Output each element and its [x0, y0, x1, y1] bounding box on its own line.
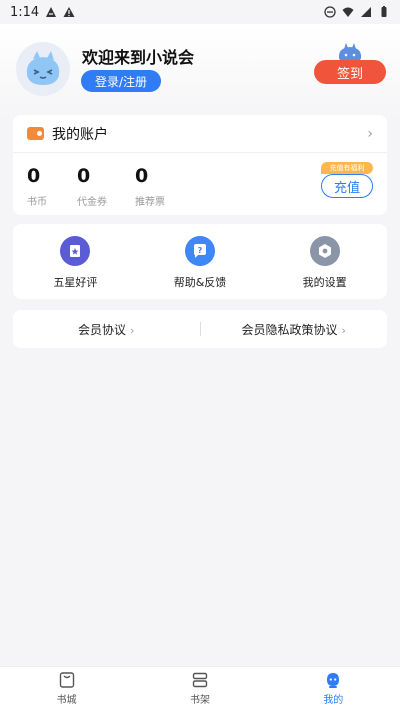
settings-icon [309, 236, 340, 266]
do-not-disturb-icon [324, 6, 336, 18]
stat-value: 0 [27, 165, 41, 187]
account-title: 我的账户 [52, 126, 108, 143]
signal-icon [361, 7, 371, 17]
tool-label: 我的设置 [302, 276, 347, 289]
recharge-promo-badge: 充值有福利 [321, 162, 373, 174]
stat-label: 推荐票 [135, 197, 165, 208]
status-time: 1:14 [10, 4, 40, 20]
login-register-button[interactable]: 登录/注册 [81, 70, 161, 92]
tab-profile[interactable]: 我的 [267, 667, 400, 710]
wallet-icon [27, 127, 44, 140]
battery-icon [381, 6, 387, 17]
tab-bookstore[interactable]: 书城 [0, 667, 133, 710]
checkin-area[interactable]: 签到 [314, 42, 386, 104]
mascot-icon [26, 51, 60, 85]
bookstore-icon [59, 672, 74, 688]
link-label: 会员协议 [78, 322, 127, 337]
chevron-right-icon: › [367, 125, 373, 142]
link-label: 会员隐私政策协议 [241, 322, 338, 337]
tab-label: 书城 [56, 695, 77, 706]
bookshelf-icon [192, 672, 208, 688]
status-bar: 1:14 [0, 0, 400, 24]
agreements-card: 会员协议 › 会员隐私政策协议 › [13, 310, 387, 348]
stat-label: 书币 [27, 197, 47, 208]
chevron-right-icon: › [130, 323, 135, 337]
tab-bookshelf[interactable]: 书架 [133, 667, 266, 710]
stat-vouchers[interactable]: 0 代金券 [77, 165, 135, 208]
recharge-area: 充值有福利 充值 [321, 162, 373, 206]
stat-value: 0 [135, 165, 149, 187]
warning-icon [63, 7, 75, 17]
tool-help-feedback[interactable]: ? 帮助&反馈 [138, 224, 263, 299]
member-agreement-link[interactable]: 会员协议 › [13, 321, 200, 338]
welcome-title: 欢迎来到小说会 [82, 48, 195, 67]
account-title-row[interactable]: 我的账户 › [13, 115, 387, 153]
profile-header: 欢迎来到小说会 登录/注册 签到 [0, 24, 400, 120]
stat-tickets[interactable]: 0 推荐票 [135, 165, 187, 208]
account-card: 我的账户 › 0 书币 0 代金券 0 推荐票 充值有福利 充值 [13, 115, 387, 215]
star-review-icon [60, 236, 91, 266]
tab-label: 我的 [323, 695, 344, 706]
stat-coins[interactable]: 0 书币 [27, 165, 79, 208]
account-stats: 0 书币 0 代金券 0 推荐票 [27, 165, 187, 208]
app-notification-icon [46, 7, 57, 17]
tool-label: 帮助&反馈 [173, 276, 227, 289]
tab-label: 书架 [189, 695, 210, 706]
help-icon: ? [185, 236, 215, 266]
privacy-policy-link[interactable]: 会员隐私政策协议 › [201, 321, 388, 338]
stat-value: 0 [77, 165, 91, 187]
chevron-right-icon: › [341, 323, 346, 337]
avatar[interactable] [16, 42, 70, 96]
wifi-icon [342, 7, 354, 17]
stat-label: 代金券 [77, 197, 107, 208]
bottom-tab-bar: 书城 书架 我的 [0, 666, 400, 710]
profile-icon [327, 673, 340, 688]
tool-five-star-review[interactable]: 五星好评 [13, 224, 138, 299]
tools-card: 五星好评 ? 帮助&反馈 我的设置 [13, 224, 387, 299]
checkin-button[interactable]: 签到 [314, 60, 386, 84]
tool-my-settings[interactable]: 我的设置 [262, 224, 387, 299]
tool-label: 五星好评 [53, 276, 98, 289]
svg-text:?: ? [198, 246, 203, 255]
recharge-button[interactable]: 充值 [321, 174, 373, 198]
